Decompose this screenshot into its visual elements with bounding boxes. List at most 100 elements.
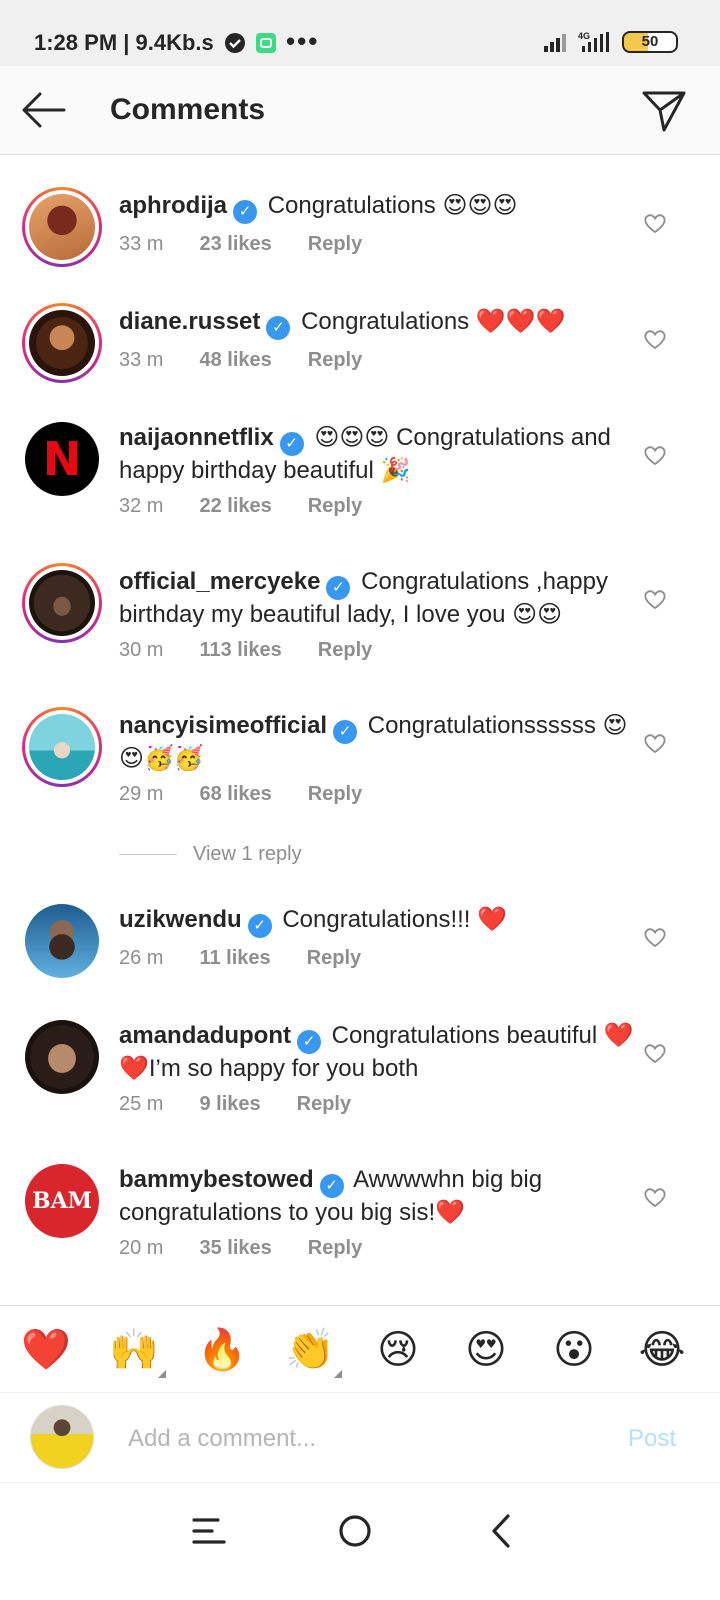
avatar[interactable] <box>22 707 102 787</box>
comment-text: Congratulations!!! ❤️ <box>282 906 508 933</box>
reply-button[interactable]: Reply <box>318 639 372 662</box>
comment-username[interactable]: official_mercyeke <box>119 568 320 595</box>
avatar[interactable]: BAM <box>22 1161 102 1241</box>
avatar[interactable]: N <box>22 419 102 499</box>
check-circle-icon <box>224 33 245 53</box>
comment-likes[interactable]: 48 likes <box>199 349 271 372</box>
verified-badge-icon: ✓ <box>266 316 291 340</box>
comment-time: 30 m <box>119 639 164 661</box>
comment-time: 29 m <box>119 783 164 805</box>
comments-header: Comments <box>0 66 720 155</box>
comment-likes[interactable]: 9 likes <box>199 1093 260 1116</box>
svg-text:4G: 4G <box>578 31 590 41</box>
comment-username[interactable]: naijaonnetflix <box>119 424 274 451</box>
verified-badge-icon: ✓ <box>297 1030 321 1054</box>
comment-username[interactable]: aphrodija <box>119 192 227 219</box>
view-replies-button[interactable]: View 1 reply <box>119 843 302 866</box>
comment-meta: 33 m 23 likes Reply <box>119 233 362 256</box>
like-heart-icon[interactable] <box>643 1042 667 1064</box>
back-chevron-icon[interactable] <box>480 1508 526 1554</box>
view-replies-divider <box>119 854 177 855</box>
comment-likes[interactable]: 22 likes <box>199 495 271 518</box>
back-arrow-icon[interactable] <box>20 90 66 130</box>
post-button[interactable]: Post <box>628 1425 676 1453</box>
reply-button[interactable]: Reply <box>308 1237 362 1260</box>
verified-badge-icon: ✓ <box>279 432 304 456</box>
menu-lines-icon[interactable] <box>188 1508 234 1554</box>
avatar[interactable] <box>22 563 102 643</box>
comment-time: 33 m <box>119 349 164 371</box>
comment-likes[interactable]: 113 likes <box>199 639 281 662</box>
like-heart-icon[interactable] <box>643 328 667 350</box>
home-circle-icon[interactable] <box>332 1508 378 1554</box>
reaction-heart-eyes-icon[interactable]: 😍 <box>460 1324 512 1376</box>
reaction-fire-icon[interactable]: 🔥 <box>196 1324 248 1376</box>
like-heart-icon[interactable] <box>643 926 667 948</box>
comment-time: 25 m <box>119 1093 164 1115</box>
comments-list[interactable]: aphrodija ✓ Congratulations 😍😍😍 33 m 23 l… <box>0 155 720 1331</box>
comment-username[interactable]: amandadupont <box>119 1022 291 1049</box>
comment-likes[interactable]: 35 likes <box>199 1237 271 1260</box>
status-bar: 1:28 PM | 9.4Kb.s ••• 4G 50 <box>0 0 720 66</box>
status-time: 1:28 PM | 9.4Kb.s <box>34 30 214 55</box>
battery-indicator: 50 <box>622 31 678 53</box>
reply-button[interactable]: Reply <box>308 349 362 372</box>
comment-meta: 30 m 113 likes Reply <box>119 639 372 662</box>
reaction-crying-face-icon[interactable]: 😢 <box>372 1324 424 1376</box>
status-more-dots: ••• <box>286 26 320 56</box>
reply-button[interactable]: Reply <box>297 1093 351 1116</box>
avatar[interactable] <box>22 1017 102 1097</box>
verified-badge-icon: ✓ <box>333 720 358 744</box>
comment-text: Congratulations ❤️❤️❤️ <box>301 308 566 335</box>
add-comment-input[interactable] <box>128 1419 568 1459</box>
avatar[interactable] <box>22 303 102 383</box>
comment-meta: 32 m 22 likes Reply <box>119 495 362 518</box>
like-heart-icon[interactable] <box>643 1186 667 1208</box>
reaction-raised-hands-icon[interactable]: 🙌 <box>108 1324 166 1378</box>
verified-badge-icon: ✓ <box>326 576 351 600</box>
comment-username[interactable]: bammybestowed <box>119 1166 314 1193</box>
reply-button[interactable]: Reply <box>307 947 361 970</box>
comment-time: 20 m <box>119 1237 164 1259</box>
view-replies-label: View 1 reply <box>193 843 302 865</box>
like-heart-icon[interactable] <box>643 732 667 754</box>
comment-username[interactable]: diane.russet <box>119 308 260 335</box>
status-time-speed: 1:28 PM | 9.4Kb.s <box>34 30 276 56</box>
reaction-heart-icon[interactable]: ❤️ <box>20 1324 72 1376</box>
skin-tone-indicator <box>158 1370 166 1378</box>
like-heart-icon[interactable] <box>643 212 667 234</box>
reaction-clap-icon[interactable]: 👏 <box>284 1324 342 1378</box>
comment-meta: 29 m 68 likes Reply <box>119 783 362 806</box>
comment-time: 32 m <box>119 495 164 517</box>
reaction-clap-glyph: 👏 <box>285 1328 335 1372</box>
reply-button[interactable]: Reply <box>308 783 362 806</box>
like-heart-icon[interactable] <box>643 444 667 466</box>
direct-send-icon[interactable] <box>642 90 686 132</box>
comment-likes[interactable]: 68 likes <box>199 783 271 806</box>
comment-username[interactable]: uzikwendu <box>119 906 242 933</box>
comment-meta: 33 m 48 likes Reply <box>119 349 362 372</box>
signal-4g-icon: 4G <box>578 31 609 52</box>
netflix-logo-icon: N <box>25 422 99 496</box>
bam-logo-icon: BAM <box>25 1164 99 1238</box>
current-user-avatar <box>30 1405 94 1469</box>
reaction-surprised-face-icon[interactable]: 😮 <box>548 1324 600 1376</box>
comment-username[interactable]: nancyisimeofficial <box>119 712 327 739</box>
verified-badge-icon: ✓ <box>319 1174 344 1198</box>
verified-badge-icon: ✓ <box>233 200 258 224</box>
reply-button[interactable]: Reply <box>308 495 362 518</box>
reaction-raised-hands-glyph: 🙌 <box>109 1328 159 1372</box>
reaction-joy-face-icon[interactable]: 😂 <box>636 1324 688 1376</box>
status-right-group: 4G 50 <box>544 30 678 54</box>
signal-icon <box>544 34 566 52</box>
avatar[interactable] <box>22 901 102 981</box>
avatar[interactable] <box>22 187 102 267</box>
comment-likes[interactable]: 23 likes <box>199 233 271 256</box>
page-title: Comments <box>110 93 266 126</box>
quick-reaction-bar: ❤️ 🙌 🔥 👏 😢 😍 😮 😂 <box>0 1305 720 1393</box>
reply-button[interactable]: Reply <box>308 233 362 256</box>
system-navigation-bar <box>0 1483 720 1600</box>
like-heart-icon[interactable] <box>643 588 667 610</box>
comment-likes[interactable]: 11 likes <box>199 947 270 970</box>
comment-time: 26 m <box>119 947 164 969</box>
